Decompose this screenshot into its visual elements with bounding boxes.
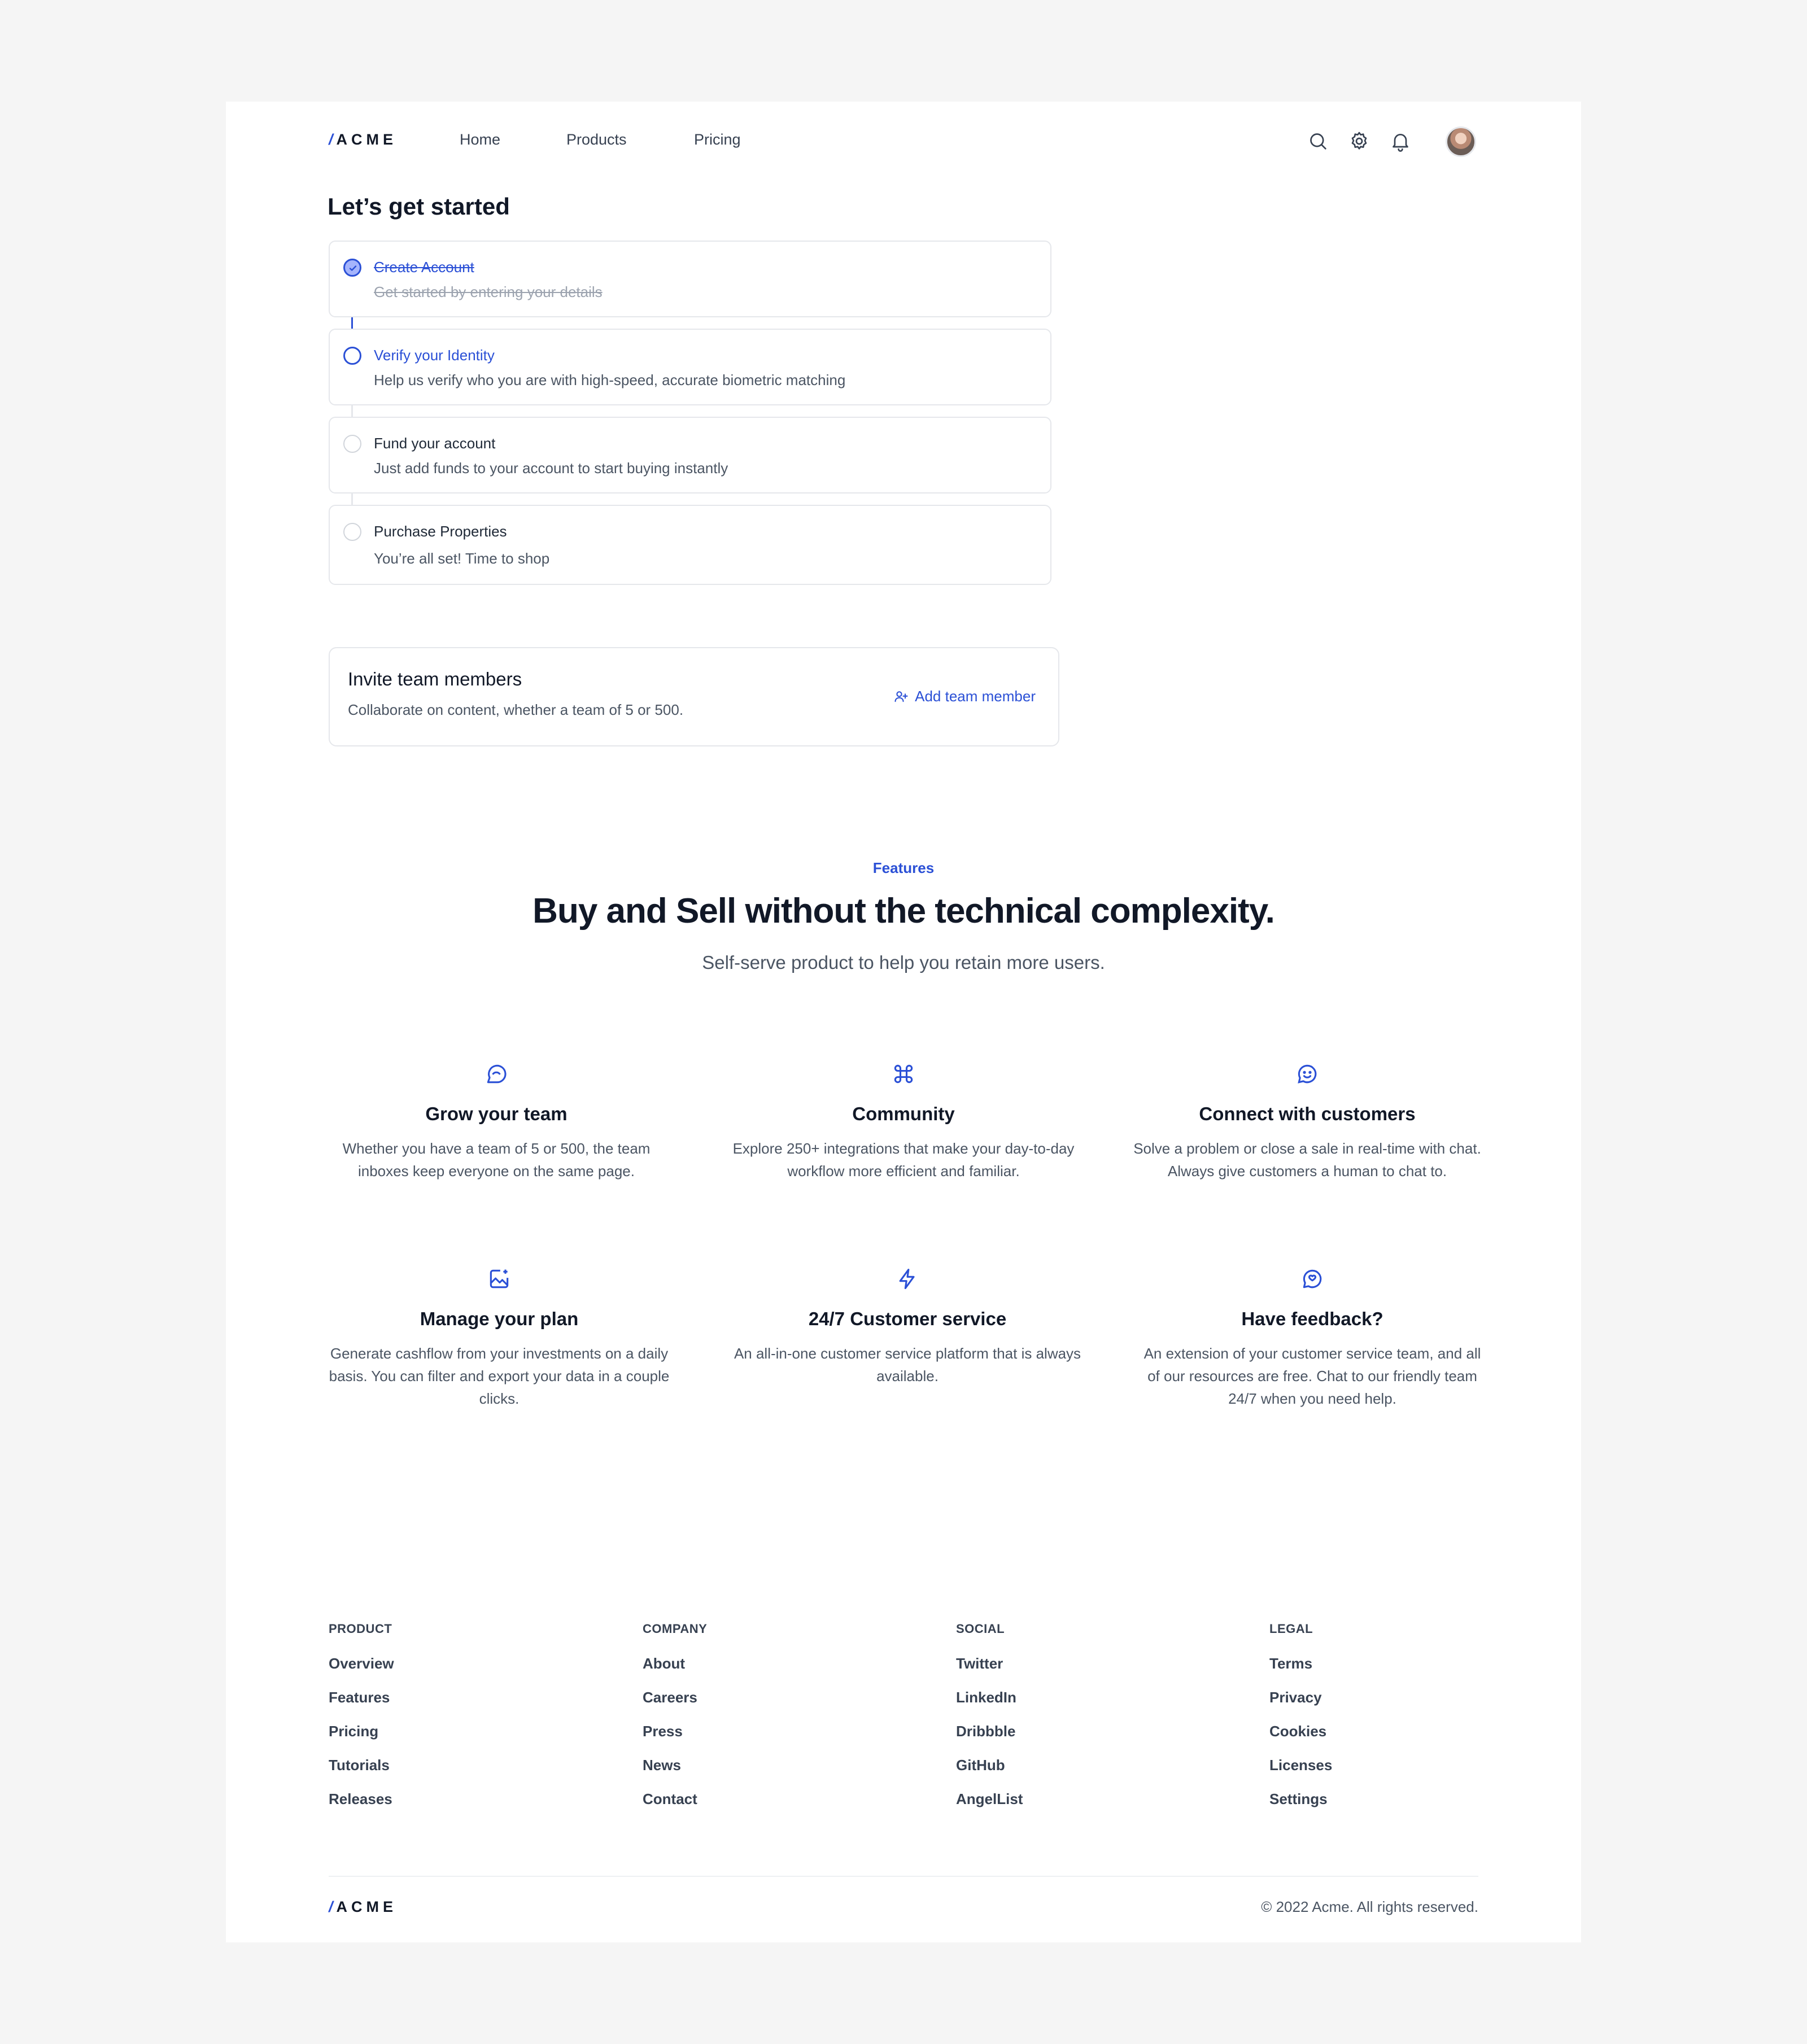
step-verify-identity[interactable]: Verify your Identity Help us verify who … <box>329 329 1051 405</box>
feature-desc: An extension of your customer service te… <box>1143 1345 1481 1407</box>
features-headline: Buy and Sell without the technical compl… <box>533 892 1275 931</box>
footer-column-product: PRODUCT Overview Features Pricing Tutori… <box>329 1622 555 1806</box>
gear-icon[interactable] <box>1348 130 1370 152</box>
feature-title: Community <box>852 1103 955 1124</box>
footer-link[interactable]: Terms <box>1269 1656 1495 1671</box>
footer-link[interactable]: Overview <box>329 1656 555 1671</box>
add-team-member-label: Add team member <box>915 688 1036 705</box>
logo-text: ACME <box>336 1898 398 1915</box>
feature-title: 24/7 Customer service <box>808 1308 1007 1329</box>
feature-title: Manage your plan <box>420 1308 579 1329</box>
avatar[interactable] <box>1446 126 1476 157</box>
page-card: / ACME Home Products Pricing Let’s get s… <box>226 102 1581 1942</box>
logo-slash: / <box>329 1898 333 1915</box>
smiley-chat-icon <box>1295 1062 1320 1086</box>
footer-divider <box>329 1876 1478 1877</box>
footer-link[interactable]: Cookies <box>1269 1724 1495 1739</box>
user-plus-icon <box>894 691 908 702</box>
footer-link[interactable]: About <box>643 1656 868 1671</box>
feature-desc: Explore 250+ integrations that make your… <box>732 1140 1075 1180</box>
feature-community: Community Explore 250+ integrations that… <box>728 1062 1079 1182</box>
footer-link[interactable]: Tutorials <box>329 1758 555 1772</box>
footer-link[interactable]: Pricing <box>329 1724 555 1739</box>
footer-link[interactable]: Settings <box>1269 1792 1495 1806</box>
features-subhead: Self-serve product to help you retain mo… <box>702 952 1105 973</box>
step-desc: Just add funds to your account to start … <box>374 460 728 477</box>
add-team-member-button[interactable]: Add team member <box>893 688 1036 705</box>
feature-title: Connect with customers <box>1199 1103 1416 1124</box>
footer-heading: SOCIAL <box>956 1622 1005 1636</box>
footer-link[interactable]: Contact <box>643 1792 868 1806</box>
step-pending-icon <box>343 523 361 541</box>
footer-link[interactable]: Releases <box>329 1792 555 1806</box>
feature-desc: Generate cashflow from your investments … <box>329 1345 670 1407</box>
page-title: Let’s get started <box>328 193 510 220</box>
logo-slash: / <box>329 131 333 148</box>
feature-grow-team: Grow your team Whether you have a team o… <box>321 1062 671 1182</box>
feature-title: Have feedback? <box>1241 1308 1383 1329</box>
step-desc: Help us verify who you are with high-spe… <box>374 372 846 388</box>
features-eyebrow: Features <box>872 859 935 876</box>
image-sparkle-icon <box>487 1266 512 1291</box>
step-desc: You’re all set! Time to shop <box>374 550 550 567</box>
footer-heading: COMPANY <box>643 1622 708 1636</box>
feature-desc: An all-in-one customer service platform … <box>734 1345 1081 1384</box>
feedback-chat-icon <box>1300 1266 1325 1291</box>
lightning-icon <box>895 1266 920 1291</box>
footer-logo[interactable]: / ACME <box>329 1898 397 1916</box>
step-check-icon <box>343 259 361 277</box>
footer-link[interactable]: Dribbble <box>956 1724 1182 1739</box>
command-icon <box>891 1062 916 1086</box>
feature-feedback: Have feedback? An extension of your cust… <box>1137 1266 1487 1410</box>
step-pending-icon <box>343 435 361 453</box>
feature-customer-service: 24/7 Customer service An all-in-one cust… <box>732 1266 1083 1387</box>
feature-manage-plan: Manage your plan Generate cashflow from … <box>324 1266 674 1410</box>
logo-text: ACME <box>336 131 398 148</box>
step-fund-account[interactable]: Fund your account Just add funds to your… <box>329 417 1051 493</box>
footer-heading: PRODUCT <box>329 1622 392 1636</box>
footer-link[interactable]: LinkedIn <box>956 1690 1182 1705</box>
footer-link[interactable]: Careers <box>643 1690 868 1705</box>
feature-connect-customers: Connect with customers Solve a problem o… <box>1132 1062 1482 1182</box>
step-create-account[interactable]: Create Account Get started by entering y… <box>329 241 1051 317</box>
nav-pricing[interactable]: Pricing <box>694 131 741 149</box>
step-title: Verify your Identity <box>374 347 495 364</box>
feature-desc: Solve a problem or close a sale in real-… <box>1133 1140 1481 1180</box>
footer-link[interactable]: Twitter <box>956 1656 1182 1671</box>
footer-column-company: COMPANY About Careers Press News Contact <box>643 1622 868 1806</box>
footer-column-legal: LEGAL Terms Privacy Cookies Licenses Set… <box>1269 1622 1495 1806</box>
search-icon[interactable] <box>1307 130 1329 152</box>
footer-link[interactable]: News <box>643 1758 868 1772</box>
feature-desc: Whether you have a team of 5 or 500, the… <box>342 1140 651 1180</box>
nav-home[interactable]: Home <box>460 131 500 149</box>
footer-link[interactable]: Press <box>643 1724 868 1739</box>
step-current-icon <box>343 347 361 365</box>
step-title: Create Account <box>374 259 474 276</box>
bell-icon[interactable] <box>1389 130 1412 152</box>
footer-link[interactable]: Licenses <box>1269 1758 1495 1772</box>
footer-link[interactable]: Privacy <box>1269 1690 1495 1705</box>
logo[interactable]: / ACME <box>329 131 397 149</box>
footer-link[interactable]: Features <box>329 1690 555 1705</box>
footer-heading: LEGAL <box>1269 1622 1313 1636</box>
step-desc: Get started by entering your details <box>374 283 603 300</box>
copyright: © 2022 Acme. All rights reserved. <box>1261 1898 1478 1915</box>
step-purchase-properties[interactable]: Purchase Properties You’re all set! Time… <box>329 505 1051 585</box>
footer-link[interactable]: GitHub <box>956 1758 1182 1772</box>
footer-column-social: SOCIAL Twitter LinkedIn Dribbble GitHub … <box>956 1622 1182 1806</box>
step-title: Purchase Properties <box>374 523 507 540</box>
invite-card: Invite team members Collaborate on conte… <box>329 647 1059 746</box>
invite-title: Invite team members <box>348 669 522 689</box>
footer-link[interactable]: AngelList <box>956 1792 1182 1806</box>
chat-bubble-icon <box>484 1062 509 1086</box>
invite-desc: Collaborate on content, whether a team o… <box>348 701 684 718</box>
nav-products[interactable]: Products <box>566 131 627 149</box>
step-title: Fund your account <box>374 435 496 452</box>
feature-title: Grow your team <box>425 1103 568 1124</box>
